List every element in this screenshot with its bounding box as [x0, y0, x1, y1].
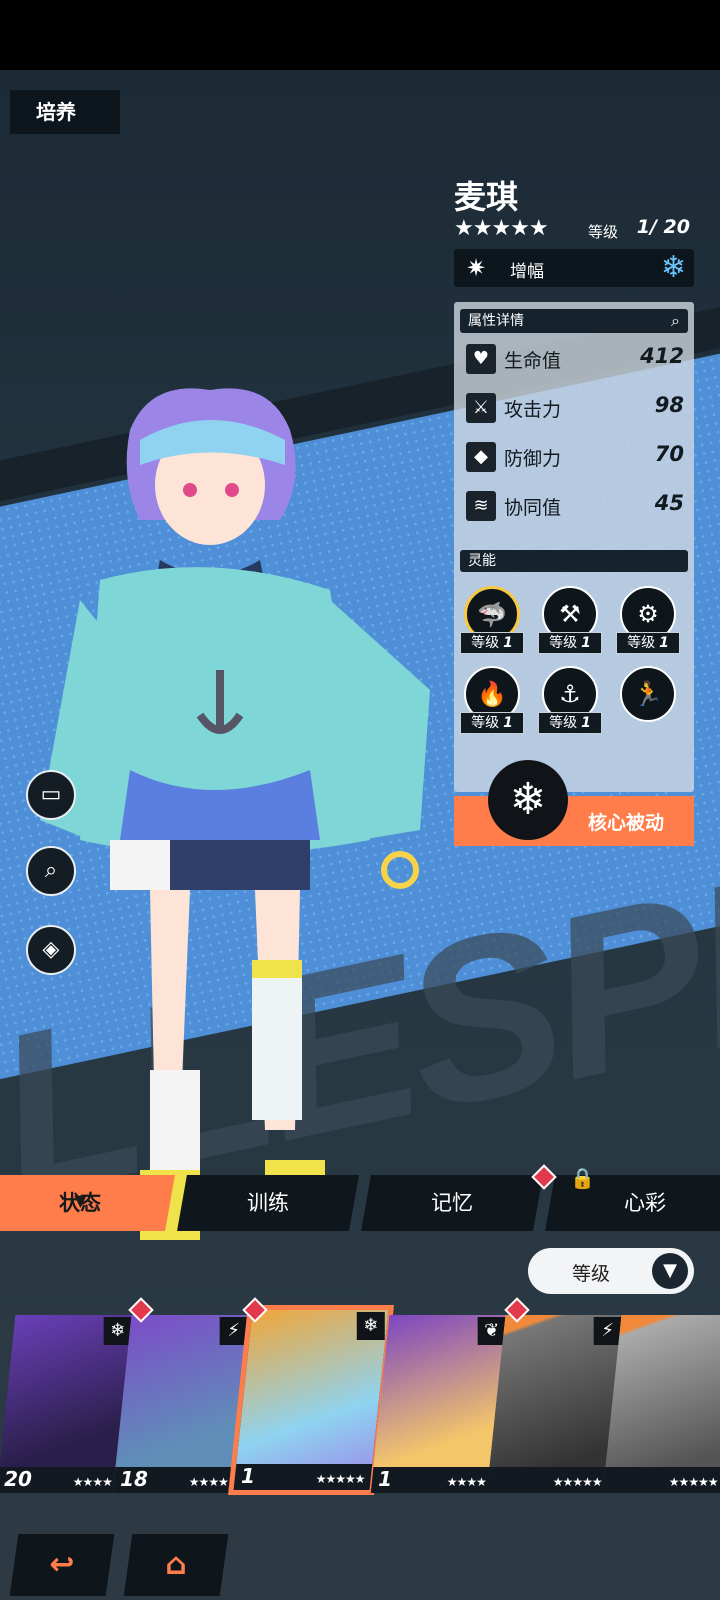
psi-skill-3[interactable]: ⚙ 等级 1 [616, 586, 680, 658]
lightning-icon: ⚡ [593, 1317, 622, 1345]
core-passive-label: 核心被动 [587, 812, 664, 834]
attribute-details-header[interactable]: 属性详情 ⌕ [460, 309, 688, 333]
tab-memory[interactable]: 记忆 [361, 1175, 543, 1231]
rarity-stars: ★★★★★ [454, 216, 549, 241]
stat-row-hp: ♥ 生命值 412 [466, 340, 684, 380]
amplify-role-icon: ✷ [465, 254, 487, 282]
leaf-icon: ❦ [477, 1317, 506, 1345]
zoom-icon[interactable]: ⌕ [26, 846, 76, 896]
running-figure-icon: 🏃 [620, 666, 676, 722]
core-passive-button[interactable]: ❄ 核心被动 [454, 760, 694, 846]
back-button[interactable]: ↩ [9, 1534, 115, 1596]
stat-value: 98 [654, 393, 684, 417]
tab-bar: ▼ 状态 训练 记忆 心彩 [0, 1175, 720, 1231]
psi-skill-2[interactable]: ⚒ 等级 1 [538, 586, 602, 658]
snowflake-icon: ❄ [103, 1317, 132, 1345]
stat-label: 协同值 [504, 497, 562, 519]
bottom-nav: ↩ ⌂ [0, 1520, 720, 1600]
card-stars: ★★★★ [72, 1475, 112, 1489]
skill-level-tag: 等级 1 [538, 632, 602, 654]
roster-card[interactable]: ★★★★★ [602, 1315, 720, 1493]
skill-level-tag: 等级 1 [616, 632, 680, 654]
stat-value: 412 [640, 344, 684, 368]
card-level: 18 [120, 1467, 148, 1491]
home-button[interactable]: ⌂ [123, 1534, 229, 1596]
stat-row-synergy: ≋ 协同值 45 [466, 487, 684, 527]
attribute-details-title: 属性详情 [468, 313, 524, 329]
skill-level-tag: 等级 1 [460, 712, 524, 734]
stat-label: 攻击力 [504, 399, 562, 421]
status-bar [0, 0, 720, 70]
role-bar[interactable]: ✷ 增幅 ❄ [454, 249, 694, 287]
stat-row-defense: ◆ 防御力 70 [466, 438, 684, 478]
synergy-icon: ≋ [466, 491, 496, 521]
psi-skill-5[interactable]: ⚓ 等级 1 [538, 666, 602, 738]
snowflake-emblem-icon: ❄ [488, 760, 568, 840]
stat-value: 45 [654, 491, 684, 515]
snowflake-icon: ❄ [660, 250, 686, 285]
roster-card-selected[interactable]: ❄ 1 ★★★★★ [228, 1305, 394, 1495]
stat-row-attack: ⚔ 攻击力 98 [466, 389, 684, 429]
role-label: 增幅 [510, 262, 544, 282]
card-level: 1 [241, 1464, 255, 1488]
level-label: 等级 [588, 223, 619, 241]
card-stars: ★★★★★ [553, 1475, 602, 1489]
stat-label: 生命值 [504, 350, 562, 372]
card-stars: ★★★★★ [669, 1475, 718, 1489]
game-screen: LLESPRU 培养 麦琪 ★★★★★ 等级 1/ 20 ✷ 增幅 ❄ 属性详情… [0, 0, 720, 1600]
sword-icon: ⚔ [466, 393, 496, 423]
character-roster: ❄ 20 ★★★★ ⚡ 18 ★★★★ ❄ 1 ★★★★★ ❦ 1 ★★★★ ⚡… [0, 1297, 720, 1495]
back-arrow-icon: ↩ [49, 1547, 75, 1582]
sort-label: 等级 [572, 1263, 611, 1285]
tab-training[interactable]: 训练 [177, 1175, 359, 1231]
card-level: 20 [4, 1467, 32, 1491]
psi-skill-4[interactable]: 🔥 等级 1 [460, 666, 524, 738]
psi-skill-6[interactable]: 🏃 [616, 666, 680, 738]
stat-label: 防御力 [504, 448, 562, 470]
badge-icon[interactable]: ◈ [26, 925, 76, 975]
psi-skill-1[interactable]: 🦈 等级 1 [460, 586, 524, 658]
home-icon: ⌂ [165, 1547, 187, 1582]
lock-icon: 🔒 [570, 1166, 595, 1190]
page-title: 培养 [10, 90, 120, 134]
search-icon[interactable]: ⌕ [671, 309, 680, 333]
card-level: 1 [378, 1467, 393, 1491]
rarity-level-row: ★★★★★ 等级 1/ 20 [454, 216, 690, 242]
skill-level-tag: 等级 1 [460, 632, 524, 654]
level-value: 1/ 20 [636, 216, 690, 238]
sort-dropdown[interactable]: 等级 ▼ [528, 1248, 694, 1294]
chevron-down-icon: ▼ [652, 1253, 688, 1289]
attribute-panel: 属性详情 ⌕ ♥ 生命值 412 ⚔ 攻击力 98 ◆ 防御力 70 ≋ 协同值… [454, 302, 694, 792]
heart-pulse-icon: ♥ [466, 344, 496, 374]
shield-icon: ◆ [466, 442, 496, 472]
character-name: 麦琪 [454, 178, 519, 216]
card-stars: ★★★★ [446, 1475, 486, 1489]
tab-status[interactable]: ▼ 状态 [0, 1175, 175, 1231]
stat-value: 70 [654, 442, 684, 466]
skill-level-tag: 等级 1 [538, 712, 602, 734]
snowflake-icon: ❄ [356, 1312, 385, 1340]
folder-icon[interactable]: ▭ [26, 770, 76, 820]
card-stars: ★★★★★ [315, 1472, 365, 1486]
card-stars: ★★★★ [188, 1475, 228, 1489]
psi-header: 灵能 [460, 550, 688, 572]
